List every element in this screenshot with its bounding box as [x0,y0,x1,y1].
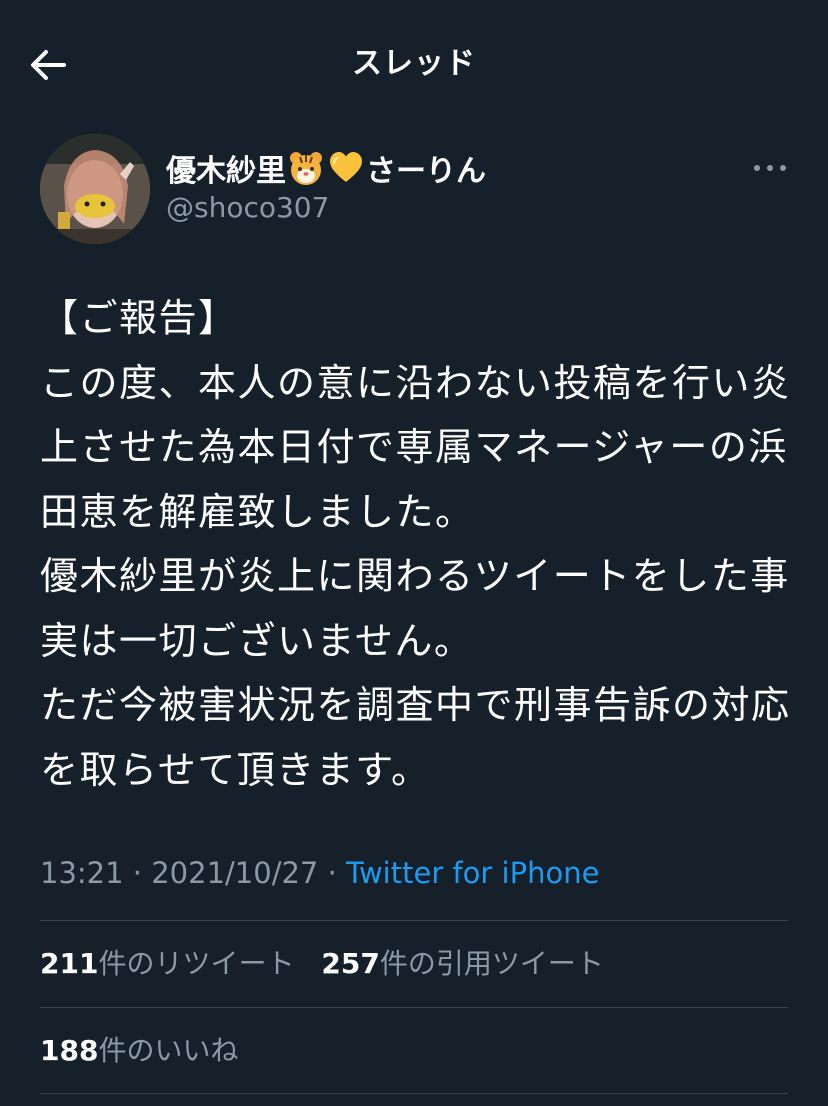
quotes-stat[interactable]: 257件の引用ツイート [321,944,603,984]
tiger-face-icon [288,150,324,186]
more-horizontal-icon [754,165,786,171]
retweets-stat[interactable]: 211件のリツイート [40,944,294,984]
retweet-quote-stats: 211件のリツイート 257件の引用ツイート [40,944,604,984]
quotes-count: 257 [321,947,380,980]
likes-stats: 188件のいいね [40,1031,238,1071]
more-options-button[interactable] [752,158,788,178]
retweets-label: 件のリツイート [98,947,295,980]
likes-count: 188 [40,1034,99,1067]
tweet-date: 2021/10/27 [151,856,319,890]
tweet-meta: 13:21 · 2021/10/27 · Twitter for iPhone [40,852,599,894]
author-name[interactable]: 優木紗里 さーりん [166,146,486,190]
meta-separator: · [318,856,347,890]
meta-separator: · [123,856,152,890]
likes-label: 件のいいね [98,1034,239,1067]
tweet-source-link[interactable]: Twitter for iPhone [346,856,599,890]
author-name-suffix: さーりん [366,154,486,189]
author-name-prefix: 優木紗里 [166,154,286,189]
page-title: スレッド [352,46,476,81]
divider [40,1093,788,1094]
divider [40,1007,788,1008]
quotes-label: 件の引用ツイート [379,947,604,980]
likes-stat[interactable]: 188件のいいね [40,1031,238,1071]
divider [40,920,788,921]
yellow-heart-icon [328,150,364,186]
author-handle[interactable]: @shoco307 [166,188,329,228]
top-bar: スレッド [0,0,828,110]
retweets-count: 211 [40,947,99,980]
tweet-text: 【ご報告】 この度、本人の意に沿わない投稿を行い炎上させた為本日付で専属マネージ… [40,296,791,792]
tweet-time: 13:21 [40,856,124,890]
avatar[interactable] [40,134,150,244]
